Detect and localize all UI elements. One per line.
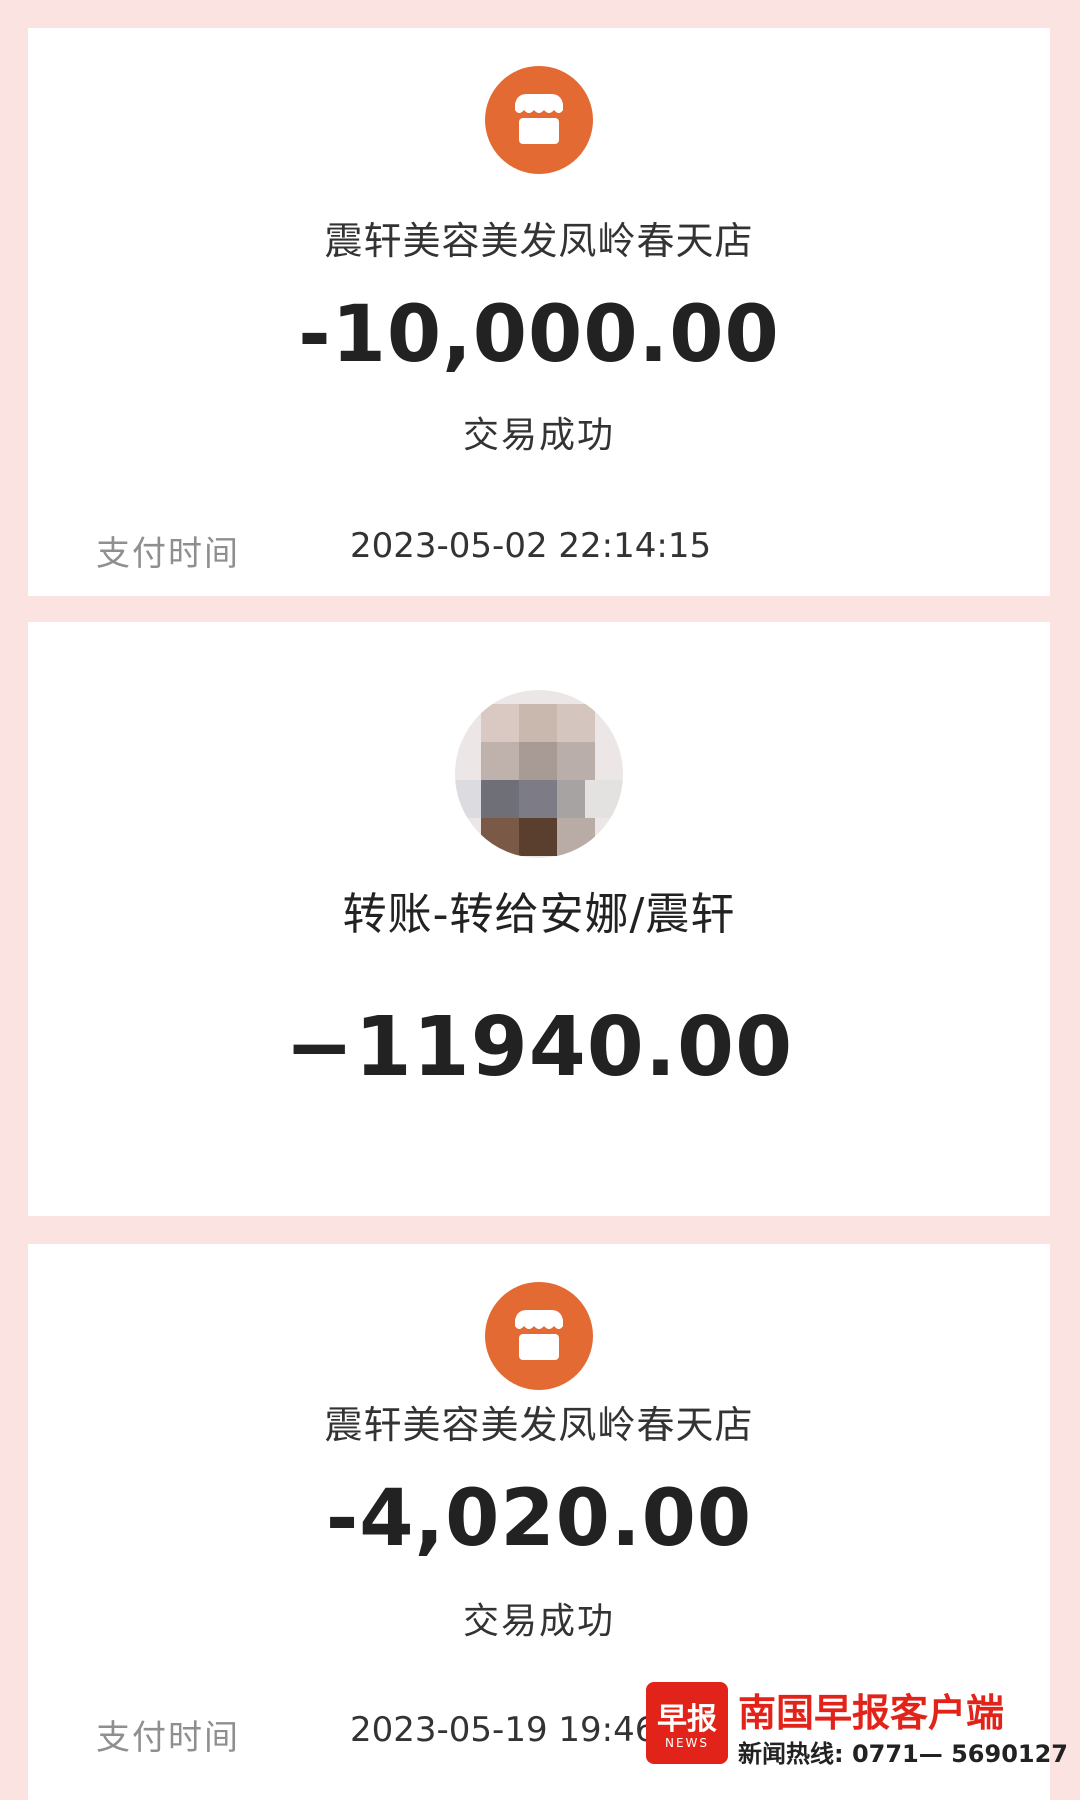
transaction-amount: −11940.00 xyxy=(284,1000,794,1095)
transaction-status: 交易成功 xyxy=(462,415,615,456)
payment-time-label: 支付时间 xyxy=(96,1718,240,1758)
avatar xyxy=(455,690,623,858)
shop-icon xyxy=(485,66,593,174)
payment-time-value: 2023-05-19 19:46: xyxy=(350,1710,668,1750)
news-logo-sub: NEWS xyxy=(664,1736,710,1750)
transaction-amount: -4,020.00 xyxy=(325,1474,753,1564)
shop-icon xyxy=(485,1282,593,1390)
transaction-card-1[interactable]: 震轩美容美发凤岭春天店 -10,000.00 交易成功 支付时间 2023-05… xyxy=(28,28,1050,596)
news-hotline: 新闻热线: 0771— 5690127 xyxy=(738,1740,1068,1768)
news-logo-text: 早报 xyxy=(657,1702,717,1737)
merchant-name: 震轩美容美发凤岭春天店 xyxy=(324,219,754,263)
transaction-status: 交易成功 xyxy=(462,1601,615,1642)
news-logo: 早报 NEWS xyxy=(646,1682,728,1764)
news-app-name: 南国早报客户端 xyxy=(738,1691,1005,1735)
payment-time-label: 支付时间 xyxy=(96,534,240,574)
transaction-card-2[interactable]: 转账-转给安娜/震轩 −11940.00 xyxy=(28,622,1050,1216)
transaction-amount: -10,000.00 xyxy=(298,290,780,380)
news-watermark: 早报 NEWS 南国早报客户端 新闻热线: 0771— 5690127 xyxy=(646,1682,1068,1768)
merchant-name: 震轩美容美发凤岭春天店 xyxy=(324,1403,754,1447)
transfer-title: 转账-转给安娜/震轩 xyxy=(342,889,736,940)
payment-time-value: 2023-05-02 22:14:15 xyxy=(350,526,712,566)
